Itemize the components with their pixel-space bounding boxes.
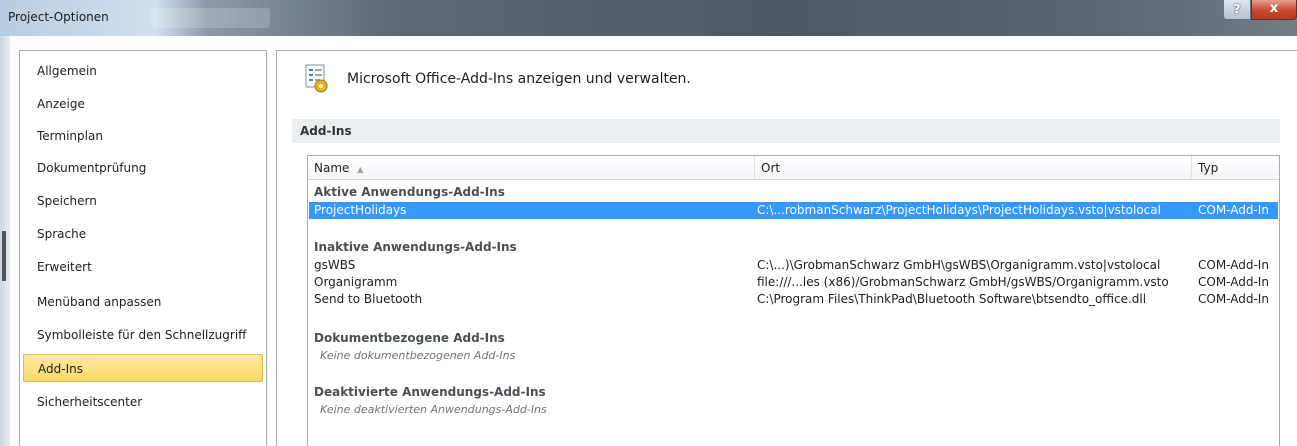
addin-name: Organigramm (314, 275, 398, 289)
addin-location: C:\...)\GrobmanSchwarz GmbH\gsWBS\Organi… (757, 258, 1161, 272)
sidebar-item-erweitert[interactable]: Erweitert (23, 253, 263, 281)
sidebar-item-sprache[interactable]: Sprache (23, 220, 263, 248)
addin-type: COM-Add-In (1198, 203, 1269, 217)
window-title: Project-Optionen (8, 10, 109, 24)
left-window-edge (0, 36, 10, 446)
group-title-active: Aktive Anwendungs-Add-Ins (314, 185, 505, 199)
addin-name: Send to Bluetooth (314, 292, 423, 306)
sidebar-item-anzeige[interactable]: Anzeige (23, 90, 263, 118)
addin-name: ProjectHolidays (314, 203, 407, 217)
table-row[interactable]: Organigramm file:///...les (x86)/Grobman… (309, 274, 1278, 291)
sidebar-item-schnellzugriff[interactable]: Symbolleiste für den Schnellzugriff (23, 321, 263, 349)
group-title-inactive: Inaktive Anwendungs-Add-Ins (314, 240, 517, 254)
addin-location: C:\Program Files\ThinkPad\Bluetooth Soft… (757, 292, 1147, 306)
column-header-name-label: Name (314, 161, 350, 175)
group-title-document: Dokumentbezogene Add-Ins (314, 331, 505, 345)
section-title-add-ins: Add-Ins (292, 119, 1280, 143)
addin-type: COM-Add-In (1198, 275, 1269, 289)
sort-ascending-icon: ▲ (357, 165, 364, 174)
table-row[interactable]: Send to Bluetooth C:\Program Files\Think… (309, 291, 1278, 308)
sidebar-item-dokumentpruefung[interactable]: Dokumentprüfung (23, 154, 263, 182)
empty-note-document: Keine dokumentbezogenen Add-Ins (320, 349, 516, 362)
sidebar-item-speichern[interactable]: Speichern (23, 187, 263, 215)
table-row[interactable]: gsWBS C:\...)\GrobmanSchwarz GmbH\gsWBS\… (309, 257, 1278, 274)
addin-location: file:///...les (x86)/GrobmanSchwarz GmbH… (757, 275, 1169, 289)
options-sidebar: Allgemein Anzeige Terminplan Dokumentprü… (19, 50, 267, 446)
sidebar-item-terminplan[interactable]: Terminplan (23, 122, 263, 150)
column-header-typ[interactable]: Typ (1192, 156, 1279, 180)
addin-type: COM-Add-In (1198, 292, 1269, 306)
page-header-text: Microsoft Office-Add-Ins anzeigen und ve… (347, 71, 691, 87)
group-title-disabled: Deaktivierte Anwendungs-Add-Ins (314, 385, 546, 399)
edge-shadow (2, 231, 6, 281)
column-header-name[interactable]: Name ▲ (308, 156, 755, 180)
help-button[interactable]: ? (1223, 0, 1251, 20)
addin-manager-icon (305, 64, 328, 93)
column-header-ort[interactable]: Ort (755, 156, 1192, 180)
sidebar-item-add-ins[interactable]: Add-Ins (23, 354, 263, 382)
sidebar-item-allgemein[interactable]: Allgemein (23, 57, 263, 85)
add-ins-list: Name ▲ Ort Typ Aktive Anwendungs-Add-Ins… (307, 155, 1280, 446)
addin-type: COM-Add-In (1198, 258, 1269, 272)
close-button[interactable]: x (1251, 0, 1297, 20)
addin-location: C:\...robmanSchwarz\ProjectHolidays\Proj… (757, 203, 1161, 217)
title-bar: Project-Optionen ? x (0, 0, 1297, 36)
sidebar-item-sicherheitscenter[interactable]: Sicherheitscenter (23, 388, 263, 416)
sidebar-item-menueband-anpassen[interactable]: Menüband anpassen (23, 288, 263, 316)
addin-name: gsWBS (314, 258, 356, 272)
title-blur-area (150, 8, 270, 28)
table-row[interactable]: ProjectHolidays C:\...robmanSchwarz\Proj… (309, 202, 1278, 219)
empty-note-disabled: Keine deaktivierten Anwendungs-Add-Ins (320, 403, 547, 416)
